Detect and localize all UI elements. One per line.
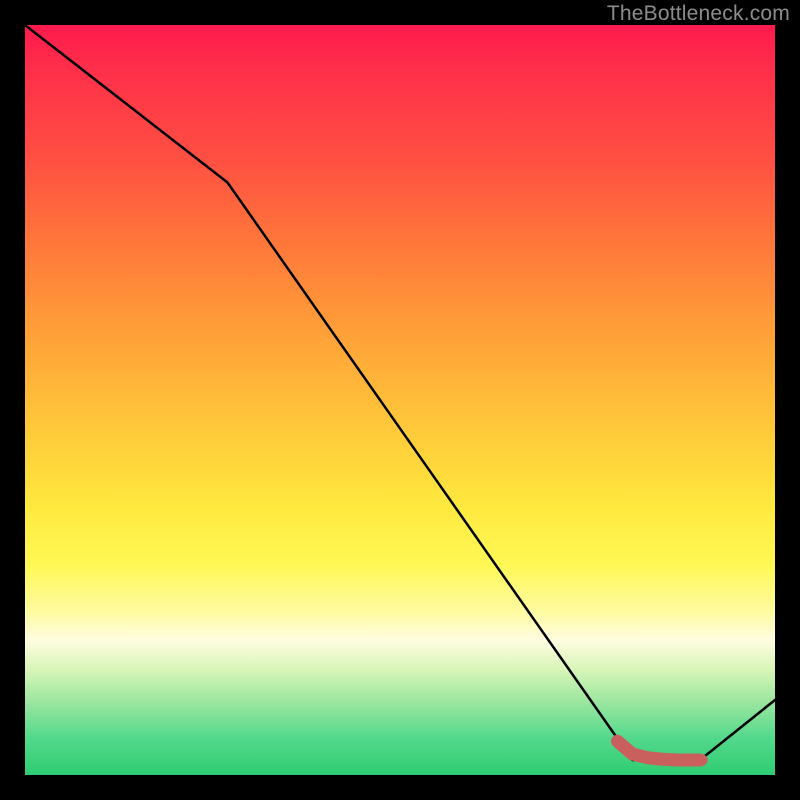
bottleneck-curve-line <box>25 25 775 760</box>
marker-dot <box>697 755 708 766</box>
plot-area <box>25 25 775 775</box>
watermark-text: TheBottleneck.com <box>607 2 790 26</box>
marker-segment <box>618 741 708 765</box>
chart-stage: TheBottleneck.com <box>0 0 800 800</box>
marker-dot <box>668 755 679 766</box>
marker-dot <box>680 755 691 766</box>
bottleneck-curve <box>25 25 775 760</box>
chart-svg <box>25 25 775 775</box>
marker-dot <box>657 755 668 766</box>
